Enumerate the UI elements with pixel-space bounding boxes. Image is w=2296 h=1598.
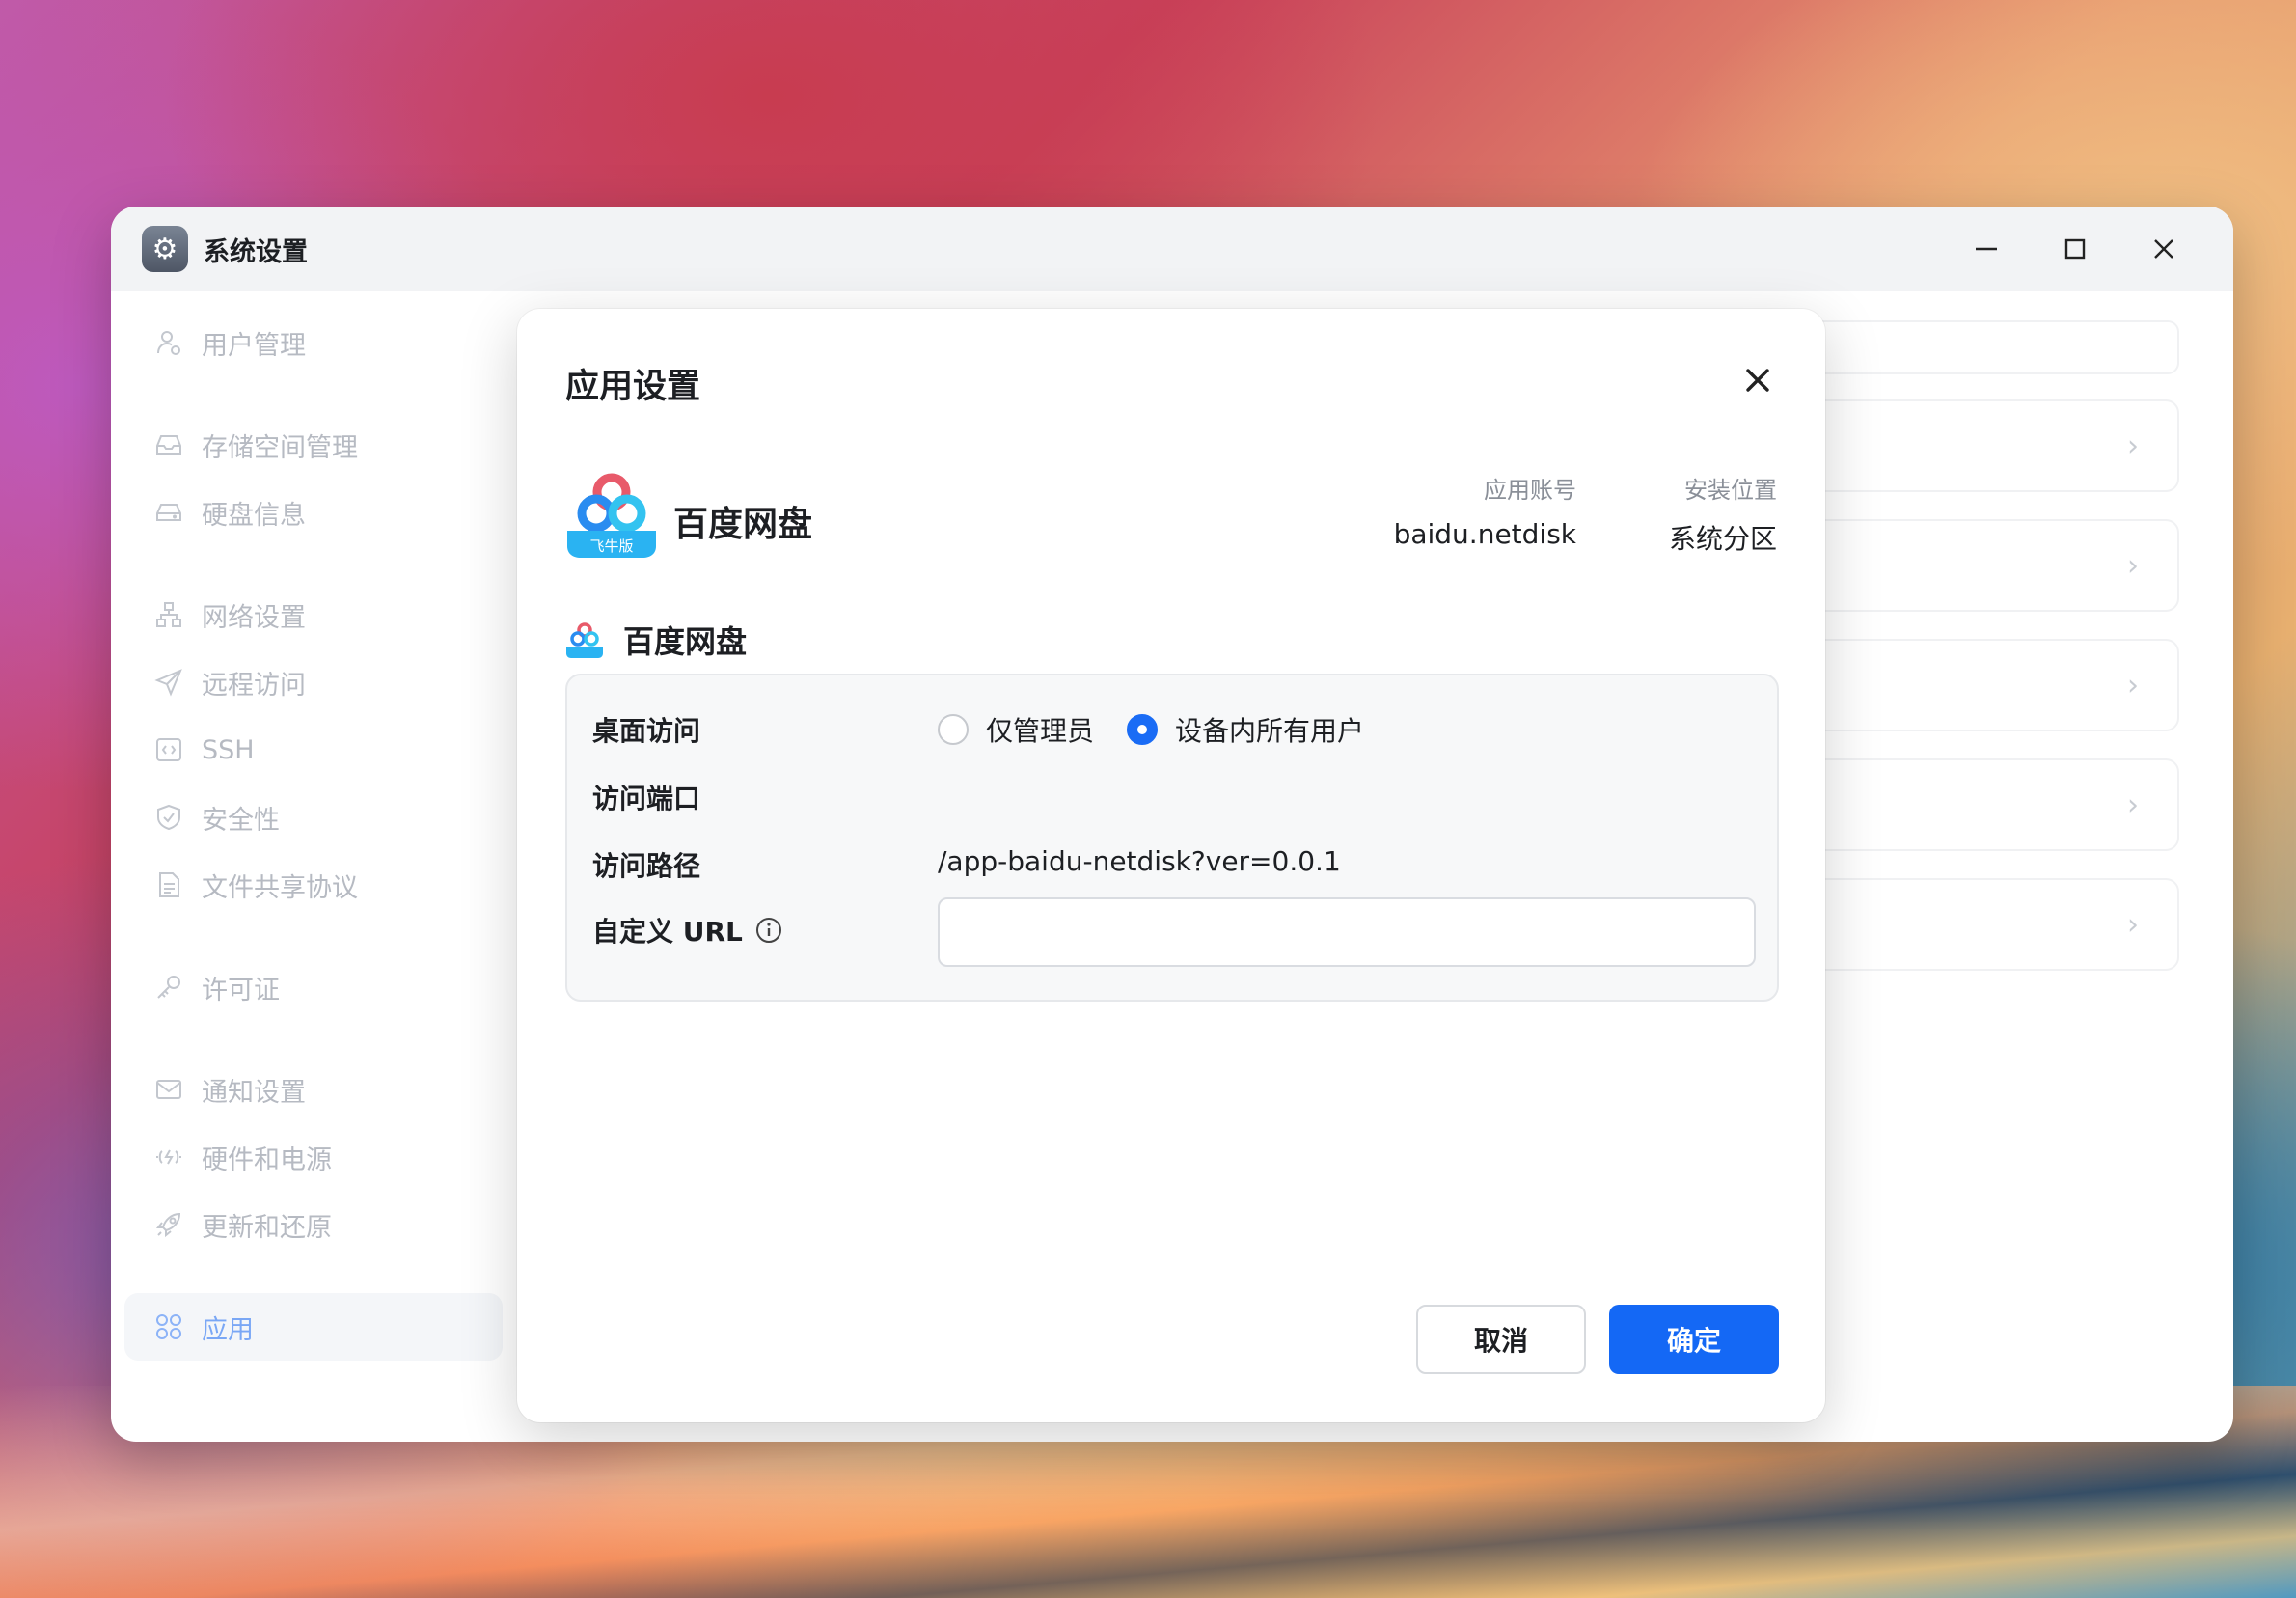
close-icon: [1746, 369, 1769, 392]
sidebar-item-ssh[interactable]: SSH: [124, 716, 503, 784]
desktop-access-radio-group: 仅管理员 设备内所有用户: [938, 710, 1397, 749]
rocket-icon: [153, 1209, 184, 1240]
location-value: 系统分区: [1668, 523, 1777, 555]
sidebar-item-network[interactable]: 网络设置: [124, 581, 503, 648]
chevron-right-icon: ›: [2127, 548, 2139, 583]
sidebar-item-label: 通知设置: [202, 1077, 306, 1108]
logo-badge-text: 飞牛版: [589, 537, 633, 555]
sidebar-item-label: 网络设置: [202, 602, 306, 633]
shield-icon: [153, 802, 184, 833]
section-title: 百度网盘: [623, 623, 748, 660]
sidebar-item-label: 安全性: [202, 805, 280, 836]
window-title: 系统设置: [204, 236, 308, 267]
access-port-label: 访问端口: [592, 783, 701, 814]
account-label: 应用账号: [1484, 477, 1576, 504]
custom-url-input[interactable]: [938, 897, 1756, 967]
sidebar-item-label: SSH: [202, 734, 255, 765]
access-path-value: /app-baidu-netdisk?ver=0.0.1: [938, 845, 1341, 877]
desktop-access-label: 桌面访问: [592, 715, 701, 747]
sidebar-item-hardware-power[interactable]: 硬件和电源: [124, 1123, 503, 1191]
maximize-icon: [2064, 238, 2086, 260]
baidu-netdisk-logo: 飞牛版: [565, 471, 658, 560]
sidebar-item-label: 许可证: [202, 975, 280, 1006]
dialog-title: 应用设置: [565, 368, 701, 406]
power-icon: [153, 1142, 184, 1172]
apps-icon: [153, 1311, 184, 1342]
sidebar-item-label: 用户管理: [202, 330, 306, 361]
sidebar-item-license[interactable]: 许可证: [124, 953, 503, 1021]
radio-circle: [938, 714, 969, 745]
minimize-icon: [1976, 247, 1997, 251]
sidebar-item-label: 硬盘信息: [202, 500, 306, 531]
network-icon: [153, 599, 184, 630]
sidebar-item-storage[interactable]: 存储空间管理: [124, 411, 503, 479]
section-header: 百度网盘: [565, 618, 747, 662]
sidebar-item-label: 远程访问: [202, 670, 306, 701]
key-icon: [153, 972, 184, 1003]
sidebar-item-disk[interactable]: 硬盘信息: [124, 479, 503, 546]
app-header: 飞牛版 百度网盘 应用账号 baidu.netdisk 安装位置 系统分区: [565, 471, 1777, 567]
settings-panel: 桌面访问 仅管理员 设备内所有用户 访问端口 访问路径 /app-baidu-n…: [565, 674, 1779, 1002]
user-icon: [153, 327, 184, 358]
sidebar-item-label: 应用: [202, 1314, 254, 1345]
sidebar-item-apps[interactable]: 应用: [124, 1293, 503, 1361]
sidebar-item-remote[interactable]: 远程访问: [124, 648, 503, 716]
sidebar-item-users[interactable]: 用户管理: [124, 309, 503, 376]
chevron-right-icon: ›: [2127, 907, 2139, 942]
app-name: 百度网盘: [673, 505, 813, 544]
sidebar: 用户管理 存储空间管理 硬盘信息 网络设置 远程访问 SSH 安全性 文件共享协…: [111, 291, 516, 1442]
info-icon[interactable]: [754, 916, 783, 945]
radio-admin-only[interactable]: 仅管理员: [938, 710, 1094, 749]
sidebar-item-label: 文件共享协议: [202, 872, 358, 903]
custom-url-label: 自定义 URL: [592, 916, 743, 948]
radio-label: 设备内所有用户: [1175, 715, 1365, 747]
app-account: 应用账号 baidu.netdisk: [1394, 471, 1576, 550]
access-path-label: 访问路径: [592, 850, 701, 882]
sidebar-item-notifications[interactable]: 通知设置: [124, 1056, 503, 1123]
sidebar-item-security[interactable]: 安全性: [124, 784, 503, 851]
file-icon: [153, 869, 184, 900]
gear-icon: ⚙: [142, 226, 188, 272]
radio-label: 仅管理员: [986, 715, 1095, 747]
radio-circle-checked: [1127, 714, 1159, 745]
chevron-right-icon: ›: [2127, 668, 2139, 703]
sidebar-item-label: 硬件和电源: [202, 1144, 332, 1175]
window-controls: [1942, 207, 2208, 291]
chevron-right-icon: ›: [2127, 787, 2139, 822]
disk-icon: [153, 497, 184, 528]
sidebar-item-file-sharing[interactable]: 文件共享协议: [124, 851, 503, 919]
chevron-right-icon: ›: [2127, 428, 2139, 463]
sidebar-item-label: 存储空间管理: [202, 432, 358, 463]
close-window-button[interactable]: [2119, 207, 2208, 291]
sidebar-item-update-restore[interactable]: 更新和还原: [124, 1191, 503, 1258]
confirm-button[interactable]: 确定: [1609, 1305, 1779, 1374]
dialog-close-button[interactable]: [1740, 363, 1775, 398]
minimize-button[interactable]: [1942, 207, 2031, 291]
radio-all-users[interactable]: 设备内所有用户: [1127, 710, 1364, 749]
cancel-button[interactable]: 取消: [1416, 1305, 1586, 1374]
baidu-netdisk-small-logo: [566, 622, 603, 658]
location-label: 安装位置: [1684, 477, 1777, 504]
app-settings-dialog: 应用设置 飞牛版 百度网盘 应用账号 baidu.netdisk 安装位置 系统…: [517, 309, 1825, 1422]
account-value: baidu.netdisk: [1393, 518, 1576, 550]
maximize-button[interactable]: [2031, 207, 2119, 291]
install-location: 安装位置 系统分区: [1669, 471, 1777, 557]
custom-url-label-row: 自定义 URL: [592, 911, 783, 950]
sidebar-item-label: 更新和还原: [202, 1212, 332, 1243]
code-icon: [153, 734, 184, 765]
title-bar[interactable]: ⚙ 系统设置: [111, 207, 2233, 291]
mail-icon: [153, 1074, 184, 1105]
storage-icon: [153, 429, 184, 460]
send-icon: [153, 667, 184, 698]
close-icon: [2154, 239, 2173, 259]
